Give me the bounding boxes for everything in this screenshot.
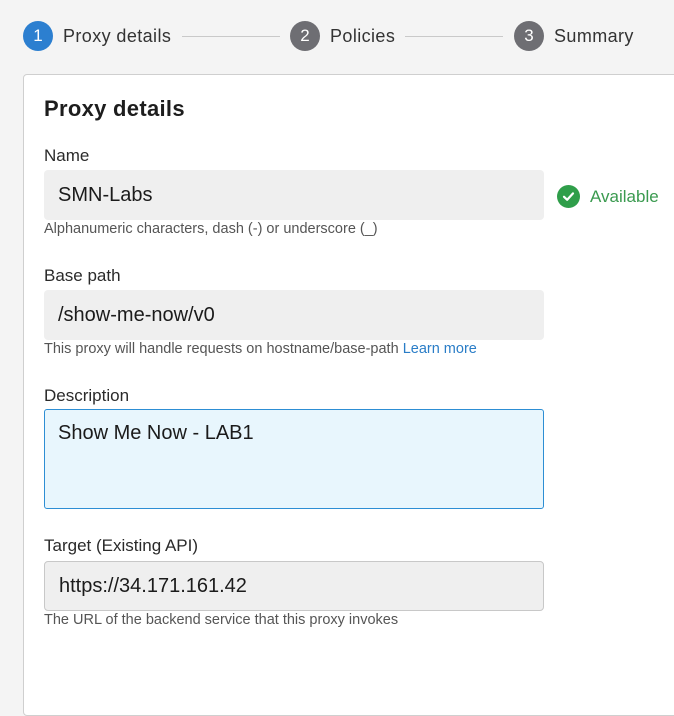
availability-text: Available — [590, 186, 659, 206]
name-value: SMN-Labs — [58, 183, 153, 206]
step-number: 2 — [290, 21, 320, 51]
description-value: Show Me Now - LAB1 — [58, 422, 254, 444]
name-label: Name — [44, 146, 90, 165]
description-label: Description — [44, 386, 130, 405]
name-hint: Alphanumeric characters, dash (-) or und… — [44, 221, 378, 237]
name-field[interactable]: SMN-Labs — [44, 170, 544, 220]
step-connector — [405, 36, 503, 37]
base-path-value: /show-me-now/v0 — [58, 303, 215, 326]
card-title: Proxy details — [44, 96, 185, 121]
step-number: 1 — [23, 21, 53, 51]
proxy-details-card: Proxy details Name SMN-Labs Available Al… — [23, 74, 674, 716]
target-hint: The URL of the backend service that this… — [44, 612, 399, 628]
check-circle-icon — [557, 185, 580, 208]
step-number: 3 — [514, 21, 544, 51]
description-textarea[interactable]: Show Me Now - LAB1 — [44, 409, 544, 509]
name-availability-status: Available — [557, 185, 659, 208]
base-path-label: Base path — [44, 266, 121, 285]
base-path-hint-text: This proxy will handle requests on hostn… — [44, 341, 399, 357]
step-connector — [182, 36, 280, 37]
step-label: Policies — [330, 25, 396, 46]
step-proxy-details[interactable]: 1 Proxy details — [23, 21, 171, 51]
base-path-hint: This proxy will handle requests on hostn… — [44, 341, 477, 357]
target-value: https://34.171.161.42 — [59, 574, 247, 597]
wizard-stepper: 1 Proxy details 2 Policies 3 Summary — [0, 0, 674, 74]
step-summary[interactable]: 3 Summary — [514, 21, 634, 51]
base-path-field[interactable]: /show-me-now/v0 — [44, 290, 544, 340]
step-label: Summary — [554, 25, 634, 46]
step-label: Proxy details — [63, 25, 172, 46]
target-label: Target (Existing API) — [44, 536, 199, 555]
target-field[interactable]: https://34.171.161.42 — [44, 561, 544, 611]
learn-more-link[interactable]: Learn more — [403, 341, 477, 357]
step-policies[interactable]: 2 Policies — [290, 21, 395, 51]
